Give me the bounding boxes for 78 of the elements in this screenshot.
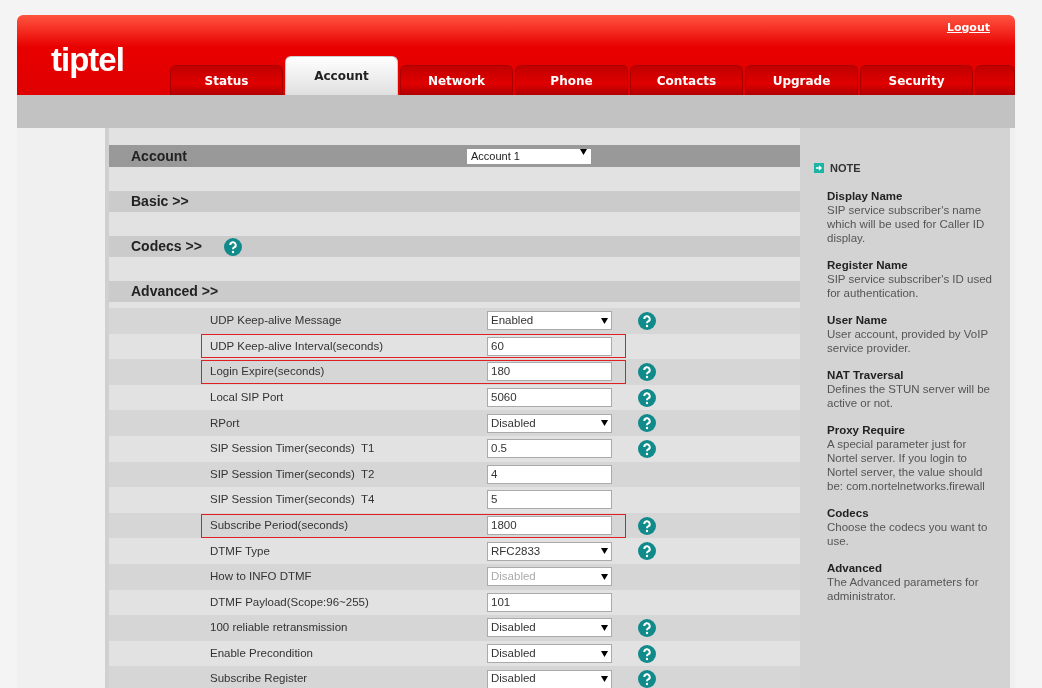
section-link[interactable]: Basic >> — [131, 191, 189, 212]
setting-label: UDP Keep-alive Message — [210, 313, 343, 329]
note-heading: NAT Traversal — [827, 367, 905, 382]
input-field[interactable]: 0.5 — [487, 439, 612, 459]
help-icon[interactable] — [638, 516, 656, 535]
caret-icon — [601, 420, 608, 427]
logout-link[interactable]: Logout — [946, 20, 990, 37]
dropdown[interactable]: Disabled — [487, 618, 612, 638]
section-link[interactable]: Advanced >> — [131, 281, 219, 302]
caret-icon — [601, 317, 608, 324]
dropdown[interactable]: Disabled — [487, 644, 612, 663]
dropdown[interactable]: Disabled — [487, 669, 612, 688]
note-heading: Register Name — [827, 257, 909, 272]
note-heading: User Name — [827, 312, 889, 327]
help-icon[interactable] — [638, 670, 656, 688]
note-text: A special parameter just for Nortel server. If you login to Nortel server, the value should be: com.nortelnetworks.firewall — [827, 437, 985, 492]
input-field[interactable]: 5060 — [487, 388, 612, 408]
note-heading: Display Name — [827, 188, 904, 203]
setting-label: SIP Session Timer(seconds) T4 — [210, 492, 376, 508]
help-icon[interactable] — [638, 414, 656, 433]
input-field[interactable]: 101 — [487, 592, 612, 612]
help-icon[interactable] — [638, 388, 656, 407]
section-link[interactable]: Codecs >> — [131, 236, 202, 257]
note-text: User account, provided by VoIP service provider. — [827, 327, 988, 354]
tab[interactable]: Upgrade — [745, 65, 858, 95]
input-field[interactable]: 1800 — [487, 516, 612, 536]
note-heading: Codecs — [827, 505, 870, 520]
setting-label: SIP Session Timer(seconds) T2 — [210, 466, 376, 482]
caret-icon — [601, 624, 608, 631]
setting-label: How to INFO DTMF — [210, 569, 313, 585]
help-icon[interactable] — [638, 644, 656, 663]
note-text: Defines the STUN server will be active or not. — [827, 382, 990, 409]
caret-icon — [601, 573, 608, 580]
logo: tiptel — [50, 40, 125, 80]
input-field[interactable]: 180 — [487, 362, 612, 382]
note-heading: Proxy Require — [827, 422, 906, 437]
account-select[interactable]: Account 1 — [467, 148, 591, 164]
dropdown[interactable]: RFC2833 — [487, 541, 612, 561]
setting-label: DTMF Payload(Scope:96~255) — [210, 594, 370, 610]
help-icon[interactable] — [638, 542, 656, 561]
account-label: Account — [131, 146, 187, 166]
note-text: SIP service subscriber's ID used for authentication. — [827, 272, 992, 299]
note-text: Choose the codecs you want to use. — [827, 520, 988, 547]
tab[interactable]: Contacts — [630, 65, 743, 95]
help-icon[interactable] — [223, 237, 242, 256]
help-icon[interactable] — [638, 618, 656, 637]
note-text: The Advanced parameters for administrator. — [827, 575, 979, 602]
tab[interactable]: Network — [400, 65, 513, 95]
caret-icon — [601, 676, 608, 683]
setting-label: Subscribe Register — [210, 671, 309, 687]
tab[interactable]: Account — [285, 56, 398, 95]
setting-label: UDP Keep-alive Interval(seconds) — [210, 338, 384, 354]
help-icon[interactable] — [638, 439, 656, 458]
tab[interactable]: Security — [860, 65, 973, 95]
dropdown[interactable]: Disabled — [487, 413, 612, 433]
dropdown[interactable]: Enabled — [487, 311, 612, 331]
setting-label: Local SIP Port — [210, 389, 285, 405]
setting-label: Subscribe Period(seconds) — [210, 517, 350, 533]
setting-label: 100 reliable retransmission — [210, 620, 349, 636]
input-field[interactable]: 5 — [487, 490, 612, 510]
caret-icon — [601, 548, 608, 555]
tab[interactable]: Phone — [515, 65, 628, 95]
setting-label: RPort — [210, 415, 241, 431]
note-title: NOTE — [830, 161, 861, 176]
input-field[interactable]: 60 — [487, 336, 612, 356]
tab[interactable]: Status — [170, 65, 283, 95]
setting-label: SIP Session Timer(seconds) T1 — [210, 441, 376, 457]
arrow-icon — [814, 163, 824, 174]
setting-label: Login Expire(seconds) — [210, 364, 326, 380]
help-icon[interactable] — [638, 311, 656, 330]
caret-icon — [580, 148, 587, 155]
caret-icon — [601, 650, 608, 657]
input-field[interactable]: 4 — [487, 464, 612, 484]
setting-label: Enable Precondition — [210, 645, 314, 661]
setting-label: DTMF Type — [210, 543, 271, 559]
note-text: SIP service subscriber's name which will be used for Caller ID display. — [827, 203, 985, 244]
note-heading: Advanced — [827, 560, 883, 575]
help-icon[interactable] — [638, 363, 656, 381]
